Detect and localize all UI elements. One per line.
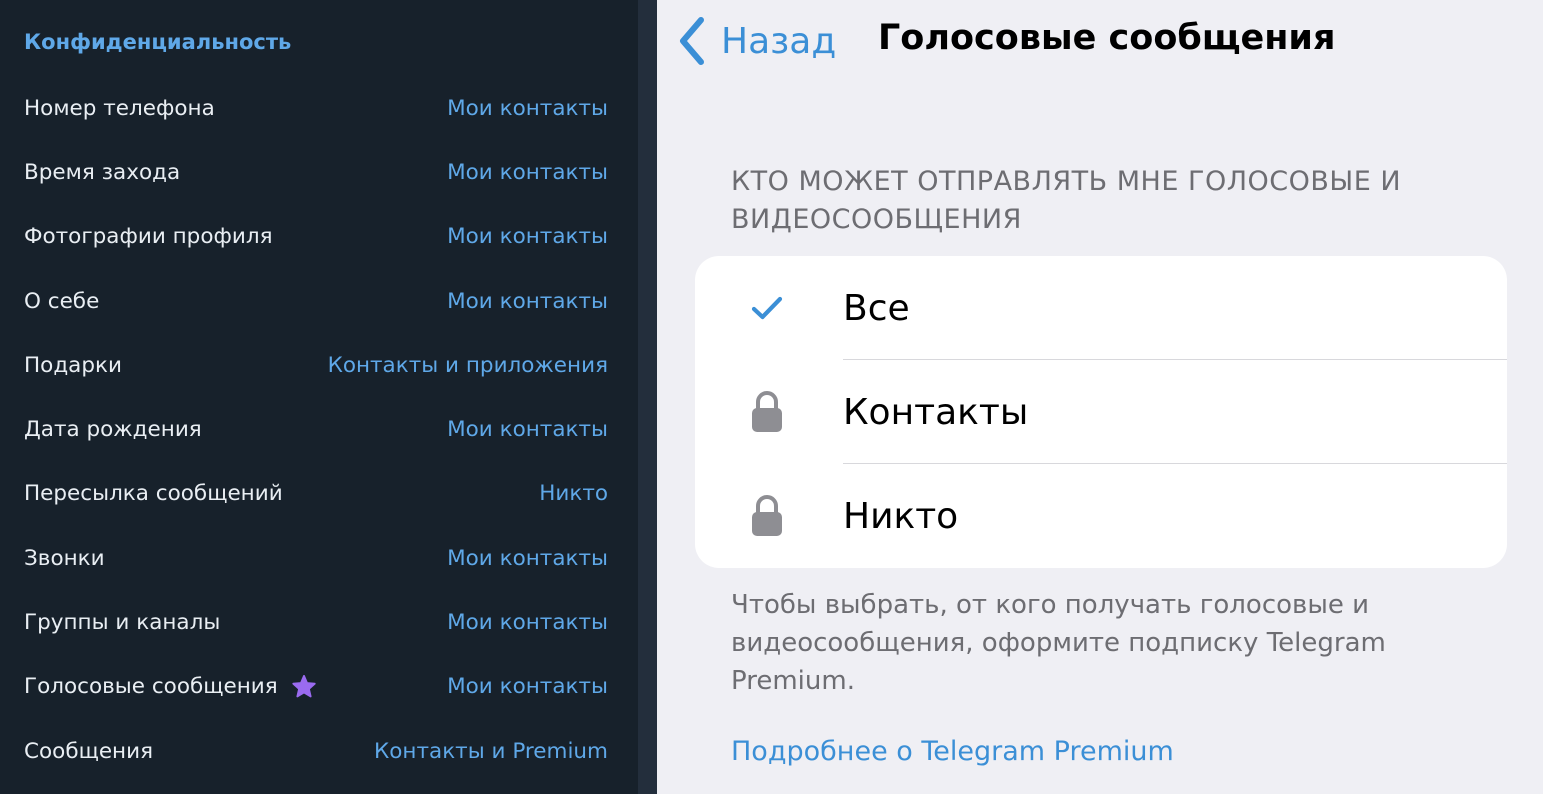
row-value: Мои контакты: [447, 224, 608, 250]
back-button[interactable]: Назад: [675, 14, 836, 68]
row-value: Мои контакты: [447, 674, 608, 700]
row-value: Мои контакты: [447, 159, 608, 185]
privacy-row-messages[interactable]: Сообщения Контакты и Premium: [0, 719, 638, 783]
privacy-settings-panel: Конфиденциальность Номер телефона Мои ко…: [0, 0, 638, 794]
row-label: Время захода: [24, 159, 181, 185]
chevron-left-icon: [680, 17, 704, 65]
privacy-row-gifts[interactable]: Подарки Контакты и приложения: [0, 333, 638, 397]
row-value: Контакты и приложения: [327, 352, 608, 378]
row-label: Дата рождения: [24, 417, 202, 443]
row-label: Звонки: [24, 545, 105, 571]
row-label: Голосовые сообщения: [24, 674, 278, 700]
privacy-row-groups-channels[interactable]: Группы и каналы Мои контакты: [0, 590, 638, 654]
row-value: Мои контакты: [447, 545, 608, 571]
row-label: О себе: [24, 288, 100, 314]
privacy-row-voice-messages[interactable]: Голосовые сообщения Мои контакты: [0, 655, 638, 719]
row-value: Мои контакты: [447, 417, 608, 443]
option-label: Все: [843, 287, 910, 329]
privacy-row-phone-number[interactable]: Номер телефона Мои контакты: [0, 76, 638, 140]
row-value: Мои контакты: [447, 95, 608, 121]
row-value: Мои контакты: [447, 610, 608, 636]
privacy-row-bio[interactable]: О себе Мои контакты: [0, 269, 638, 333]
screenshot-root: Конфиденциальность Номер телефона Мои ко…: [0, 0, 1543, 794]
row-label: Фотографии профиля: [24, 224, 273, 250]
options-card: Все Контакты Никто: [695, 256, 1507, 568]
row-label: Пересылка сообщений: [24, 481, 283, 507]
option-nobody[interactable]: Никто: [695, 464, 1507, 568]
option-everyone[interactable]: Все: [695, 256, 1507, 360]
option-label: Контакты: [843, 391, 1029, 433]
back-label: Назад: [721, 20, 837, 62]
navigation-bar: Назад Голосовые сообщения: [657, 0, 1543, 84]
privacy-settings-list: Номер телефона Мои контакты Время захода…: [0, 76, 638, 783]
row-value: Никто: [539, 481, 608, 507]
section-header: КТО МОЖЕТ ОТПРАВЛЯТЬ МНЕ ГОЛОСОВЫЕ И ВИД…: [731, 166, 1402, 235]
privacy-row-forwarded-messages[interactable]: Пересылка сообщений Никто: [0, 462, 638, 526]
lock-icon: [752, 495, 782, 536]
row-label: Подарки: [24, 352, 122, 378]
privacy-section-header: Конфиденциальность: [24, 30, 292, 54]
row-value: Контакты и Premium: [374, 738, 608, 764]
panel-divider: [638, 0, 657, 794]
row-label: Номер телефона: [24, 95, 215, 121]
row-value: Мои контакты: [447, 288, 608, 314]
lock-icon: [752, 391, 782, 432]
row-label: Сообщения: [24, 738, 154, 764]
option-contacts[interactable]: Контакты: [695, 360, 1507, 464]
page-title: Голосовые сообщения: [878, 18, 1336, 58]
privacy-row-birthday[interactable]: Дата рождения Мои контакты: [0, 397, 638, 461]
privacy-row-calls[interactable]: Звонки Мои контакты: [0, 526, 638, 590]
premium-learn-more-link[interactable]: Подробнее о Telegram Premium: [731, 736, 1174, 767]
row-label-with-star: Голосовые сообщения: [24, 673, 318, 701]
option-label: Никто: [843, 495, 959, 537]
row-label: Группы и каналы: [24, 610, 221, 636]
voice-messages-screen: Назад Голосовые сообщения КТО МОЖЕТ ОТПР…: [657, 0, 1543, 794]
privacy-row-profile-photos[interactable]: Фотографии профиля Мои контакты: [0, 205, 638, 269]
star-icon: [292, 674, 316, 698]
premium-info-text: Чтобы выбрать, от кого получать голосовы…: [731, 590, 1386, 696]
checkmark-icon: [751, 296, 783, 320]
privacy-row-last-seen[interactable]: Время захода Мои контакты: [0, 140, 638, 204]
